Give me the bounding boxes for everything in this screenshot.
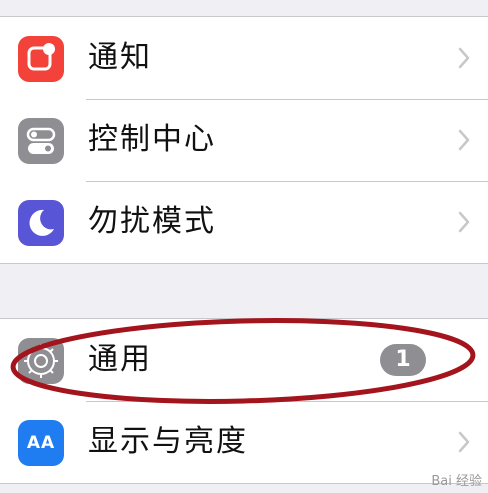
settings-row-do-not-disturb[interactable]: 勿扰模式 [0,181,488,263]
settings-row-label: 通知 [88,40,152,75]
chevron-right-icon [458,211,470,233]
gear-icon [18,338,64,384]
control-center-icon [18,118,64,164]
settings-group-1: 通知 控制中心 勿扰模式 [0,16,488,264]
chevron-right-icon [458,47,470,69]
notification-badge: 1 [380,344,426,376]
display-brightness-icon: AA [18,420,64,466]
settings-row-display-brightness[interactable]: AA 显示与亮度 [0,401,488,483]
display-brightness-icon-text: AA [26,433,56,453]
settings-row-label: 显示与亮度 [88,424,248,459]
settings-row-notifications[interactable]: 通知 [0,17,488,99]
settings-group-2: 通用 1 AA 显示与亮度 [0,318,488,484]
do-not-disturb-icon [18,200,64,246]
chevron-right-icon [458,431,470,453]
settings-row-label: 勿扰模式 [88,204,216,239]
notifications-icon [18,36,64,82]
settings-row-label: 通用 [88,342,152,377]
settings-row-control-center[interactable]: 控制中心 [0,99,488,181]
settings-row-label: 控制中心 [88,122,216,157]
settings-row-general[interactable]: 通用 1 [0,319,488,401]
watermark: Bai 经验 [431,474,482,489]
chevron-right-icon [458,129,470,151]
